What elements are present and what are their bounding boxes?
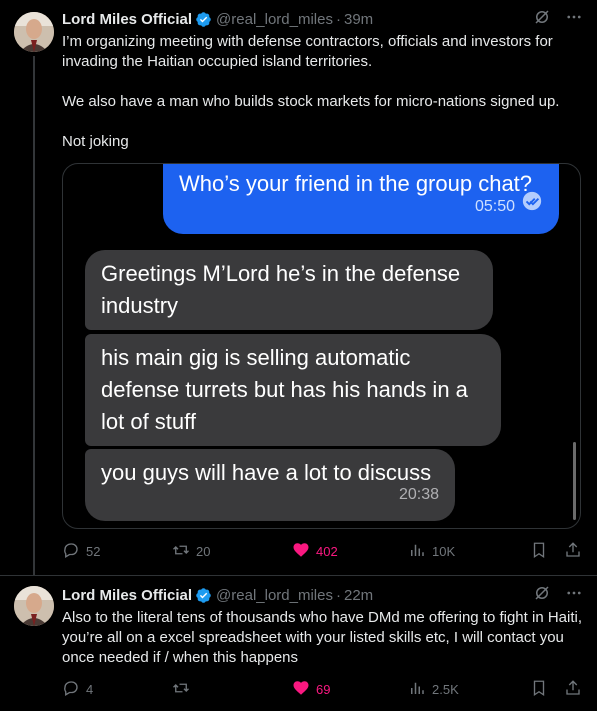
verified-badge-icon (195, 587, 212, 604)
repost-button[interactable]: 20 (172, 541, 292, 562)
reply-button[interactable]: 52 (62, 541, 172, 562)
action-bar: 52 20 402 10K (62, 541, 582, 561)
views-icon (408, 541, 426, 562)
repost-icon (172, 541, 190, 562)
more-icon[interactable] (565, 8, 583, 30)
like-count: 69 (316, 681, 331, 697)
more-icon[interactable] (565, 584, 583, 606)
like-count: 402 (316, 543, 338, 559)
author-name[interactable]: Lord Miles Official (62, 11, 192, 28)
tweet-text: I’m organizing meeting with defense cont… (62, 32, 584, 152)
incoming-message-bubble: his main gig is selling automatic defens… (85, 334, 501, 446)
like-button[interactable]: 69 (292, 679, 408, 700)
tweet[interactable]: Lord Miles Official @real_lord_miles · 3… (0, 0, 597, 575)
repost-button[interactable] (172, 679, 292, 700)
thread-line (33, 56, 35, 575)
reply-count: 52 (86, 543, 101, 559)
like-button[interactable]: 402 (292, 541, 408, 562)
separator-dot: · (335, 10, 341, 28)
bookmark-icon[interactable] (530, 679, 548, 700)
tweet-paragraph: Also to the literal tens of thousands wh… (62, 609, 583, 666)
views-count: 2.5K (432, 681, 459, 697)
scrollbar[interactable] (573, 442, 576, 520)
verified-badge-icon (195, 11, 212, 28)
read-receipt-icon (521, 190, 543, 224)
reply-count: 4 (86, 681, 94, 697)
outgoing-message-bubble: Who’s your friend in the group chat? 05:… (163, 164, 559, 234)
share-icon[interactable] (564, 541, 582, 562)
separator-dot: · (335, 586, 341, 604)
incoming-message-text: you guys will have a lot to discuss (101, 460, 432, 485)
incoming-message-text: Greetings M’Lord he’s in the defense ind… (101, 261, 461, 318)
views-icon (408, 679, 426, 700)
share-icon[interactable] (564, 679, 582, 700)
incoming-message-bubble: Greetings M’Lord he’s in the defense ind… (85, 250, 493, 330)
views-button[interactable]: 2.5K (408, 679, 528, 700)
tweet-paragraph: We also have a man who builds stock mark… (62, 93, 560, 110)
action-bar: 4 69 2.5K (62, 679, 582, 699)
avatar[interactable] (14, 586, 54, 626)
chat-screenshot-media[interactable]: Who’s your friend in the group chat? 05:… (62, 163, 581, 529)
grok-icon[interactable] (533, 8, 551, 30)
author-handle[interactable]: @real_lord_miles (216, 11, 333, 28)
repost-icon (172, 679, 190, 700)
tweet-header: Lord Miles Official @real_lord_miles · 3… (62, 9, 583, 29)
author-handle[interactable]: @real_lord_miles (216, 587, 333, 604)
reply-icon (62, 679, 80, 700)
like-icon (292, 541, 310, 562)
reply-button[interactable]: 4 (62, 679, 172, 700)
bookmark-icon[interactable] (530, 541, 548, 562)
tweet-paragraph: Not joking (62, 133, 129, 150)
views-button[interactable]: 10K (408, 541, 528, 562)
tweet[interactable]: Lord Miles Official @real_lord_miles · 2… (0, 575, 597, 711)
avatar[interactable] (14, 12, 54, 52)
outgoing-message-time: 05:50 (474, 198, 515, 215)
like-icon (292, 679, 310, 700)
views-count: 10K (432, 543, 456, 559)
reply-icon (62, 541, 80, 562)
grok-icon[interactable] (533, 584, 551, 606)
incoming-message-text: his main gig is selling automatic defens… (101, 345, 468, 434)
repost-count: 20 (196, 543, 211, 559)
incoming-message-time: 20:38 (398, 486, 439, 503)
tweet-header: Lord Miles Official @real_lord_miles · 2… (62, 585, 583, 605)
incoming-message-bubble: you guys will have a lot to discuss 20:3… (85, 449, 455, 521)
timestamp[interactable]: 22m (344, 587, 373, 604)
tweet-text: Also to the literal tens of thousands wh… (62, 608, 584, 668)
timestamp[interactable]: 39m (344, 11, 373, 28)
tweet-paragraph: I’m organizing meeting with defense cont… (62, 33, 553, 70)
author-name[interactable]: Lord Miles Official (62, 587, 192, 604)
